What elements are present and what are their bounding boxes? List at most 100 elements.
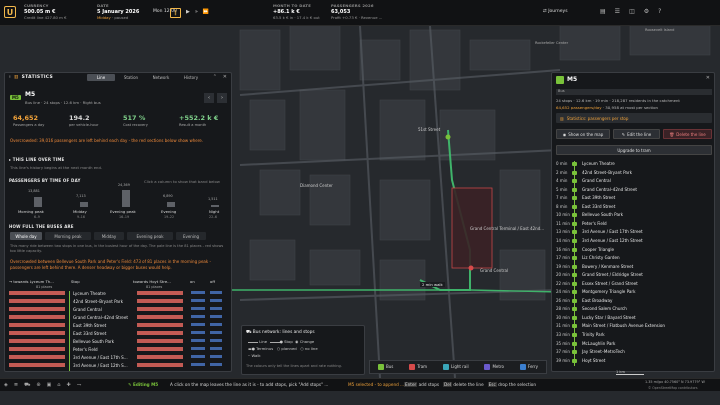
stop-item[interactable]: Liz Christy Garden (582, 255, 620, 260)
bar-night[interactable] (211, 205, 219, 207)
square-tool-icon[interactable]: ▣ (47, 382, 58, 388)
show-on-map-button[interactable]: ◉ Show on the map (556, 129, 610, 139)
line-color-swatch[interactable] (556, 76, 564, 84)
map-label: 51st Street (418, 127, 441, 132)
column-stop: Stop (71, 279, 80, 284)
stop-item[interactable]: Hoyt Street (582, 358, 605, 363)
stop-marker-icon (572, 221, 577, 226)
over-time-heading[interactable]: ▸ THIS LINE OVER TIME (9, 157, 64, 162)
tag-tool-icon[interactable]: ✚ (66, 382, 76, 388)
stop-marker-icon (572, 238, 577, 243)
load-bars-a (9, 291, 65, 371)
month-detail: 63.5 k € in · 17.4 k € out (273, 15, 320, 20)
direction-a-capacity: 81 places (36, 285, 53, 289)
next-line-button[interactable]: › (217, 93, 227, 103)
band-evening-peak[interactable]: Evening peak (127, 232, 173, 240)
stop-item[interactable]: Trinity Park (582, 332, 605, 337)
mode-metro[interactable]: Metro (484, 364, 504, 370)
stats-icon: ▥ (560, 115, 564, 121)
stop-item[interactable]: Montgomery Triangle Park (582, 289, 635, 294)
stop-tool-icon[interactable]: ⊕ (36, 382, 46, 388)
faster-icon[interactable]: ⏩ (203, 9, 214, 15)
bar-morning[interactable] (34, 197, 42, 207)
stop-item[interactable]: 3rd Avenue / East 12th Street (582, 238, 643, 243)
drag-icon[interactable]: ⁞ (9, 75, 11, 80)
mode-light-rail[interactable]: Light rail (443, 364, 469, 370)
layers-icon[interactable]: ◈ (4, 382, 14, 388)
stop-item[interactable]: Grand Central–42nd Street (582, 187, 637, 192)
load-row-stop: East 33rd Street (73, 331, 107, 336)
stop-item[interactable]: Lucky Star / Bayard Street (582, 315, 636, 320)
mode-bus[interactable]: Bus (377, 364, 393, 370)
map-icon[interactable]: ◫ (629, 8, 644, 15)
stop-time: 24 min (556, 289, 570, 295)
stop-item[interactable]: Bellevue South Park (582, 212, 623, 217)
stack-icon[interactable]: ≣ (14, 382, 24, 388)
stop-item[interactable]: Grand Street / Eldridge Street (582, 272, 643, 277)
stop-item[interactable]: Essex Street / Grand Street (582, 281, 638, 286)
bar-evening[interactable] (167, 202, 175, 207)
bar-evening-peak[interactable] (122, 190, 130, 207)
legend-row-3: ┈ Walk (248, 353, 261, 358)
stop-item[interactable]: 3rd Avenue / East 17th Street (582, 229, 643, 234)
tab-network[interactable]: Network (147, 74, 175, 81)
band-midday[interactable]: Midday (94, 232, 124, 240)
route-tool-icon[interactable]: ⤳ (77, 382, 88, 388)
stop-dot-icon: ● (279, 339, 283, 344)
bar-midday[interactable] (80, 202, 88, 207)
band-evening[interactable]: Evening (176, 232, 206, 240)
legend-row-1: Line ● Stop ◉ Change (248, 339, 314, 344)
band-whole-day[interactable]: Whole day (10, 232, 42, 240)
speed-controls[interactable]: ▶»⏩ (186, 9, 214, 15)
stop-item[interactable]: East Broadway (582, 298, 612, 303)
load-row-stop: Bellevue South Park (73, 339, 115, 344)
close-icon[interactable]: ✕ (706, 75, 710, 81)
play-icon[interactable]: ▶ (186, 9, 195, 15)
collapse-icon[interactable]: ⌃ (213, 74, 217, 80)
kpi-result: +552.2 k € Result a month (179, 114, 219, 127)
delete-line-button[interactable]: 🗑 Delete the line (663, 129, 712, 139)
fast-icon[interactable]: » (195, 9, 203, 15)
chart-icon[interactable]: ▤ (600, 8, 615, 15)
kpi-cost-recovery: 517 % Cost recovery (123, 114, 148, 127)
list-icon[interactable]: ☰ (615, 8, 629, 15)
stop-item[interactable]: East 39th Street (582, 195, 615, 200)
stop-item[interactable]: 42nd Street–Bryant Park (582, 170, 632, 175)
band-morning-peak[interactable]: Morning peak (45, 232, 91, 240)
stop-item[interactable]: Main Street / Flatbush Avenue Extension (582, 323, 665, 328)
stop-time: 35 min (556, 340, 570, 346)
stop-marker-icon (572, 273, 577, 278)
line-mode-tag[interactable]: Bus (556, 89, 712, 95)
line-heading: M5 (10, 95, 21, 100)
stop-time: 26 min (556, 297, 570, 303)
bottom-bar: ◈≣⛟⊕▣⌂✚⤳ ✎ Editing M5 A click on the map… (0, 370, 720, 391)
stop-item[interactable]: Cooper Triangle (582, 247, 614, 252)
tab-history[interactable]: History (177, 74, 205, 81)
prev-line-button[interactable]: ‹ (204, 93, 214, 103)
load-row-stop: Lyceum Theatre (73, 291, 106, 296)
stop-item[interactable]: Second Salem Church (582, 306, 627, 311)
load-row-stop: 3rd Avenue / East 17th S... (73, 355, 128, 360)
bus-tool-icon[interactable]: ⛟ (24, 382, 36, 388)
stop-item[interactable]: East 33rd Street (582, 204, 615, 209)
pause-icon[interactable]: ‖ (170, 8, 181, 18)
stop-item[interactable]: Lyceum Theatre (582, 161, 615, 166)
stop-item[interactable]: Bowery / Kenmare Street (582, 264, 633, 269)
help-icon[interactable]: ? (658, 8, 670, 15)
tab-station[interactable]: Station (117, 74, 145, 81)
stats-link-button[interactable]: ▥ Statistics: passengers per stop (556, 113, 712, 123)
journeys-button[interactable]: ⇄ Journeys (543, 9, 568, 14)
mode-tram[interactable]: Tram (409, 364, 427, 370)
stop-item[interactable]: Peter's Field (582, 221, 607, 226)
edit-line-button[interactable]: ✎ Edit the line (613, 129, 660, 139)
tab-line[interactable]: Line (87, 74, 115, 81)
upgrade-tram-button[interactable]: Upgrade to tram (556, 145, 712, 155)
mode-ferry[interactable]: Ferry (519, 364, 538, 370)
app-logo[interactable]: U (4, 6, 16, 18)
stop-item[interactable]: Grand Central (582, 178, 611, 183)
stop-item[interactable]: Jay Street–MetroTech (582, 349, 625, 354)
stop-item[interactable]: McLaughlin Park (582, 341, 615, 346)
stop-marker-icon (572, 264, 577, 269)
gear-icon[interactable]: ⚙ (644, 8, 658, 15)
close-icon[interactable]: ✕ (223, 74, 227, 80)
